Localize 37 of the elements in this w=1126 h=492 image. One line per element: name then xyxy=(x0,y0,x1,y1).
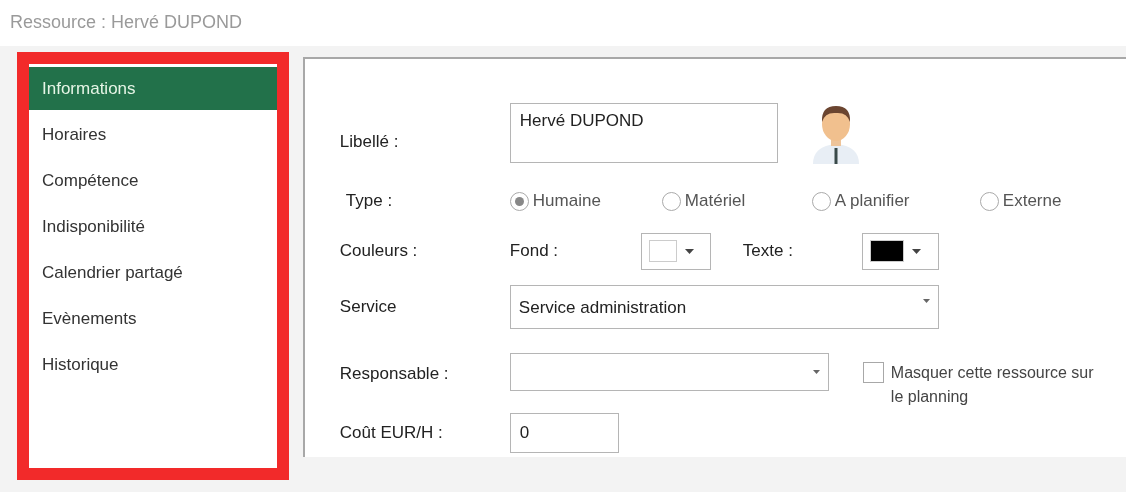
field-label: Service xyxy=(339,296,398,319)
field-label: Coût EUR/H : xyxy=(339,422,444,445)
field-label: Couleurs : xyxy=(339,240,419,263)
dropdown-value: Service administration xyxy=(518,297,687,319)
sidebar-item[interactable]: Evènements xyxy=(29,297,277,340)
caret-icon xyxy=(812,370,820,374)
responsable-dropdown[interactable] xyxy=(509,353,829,391)
field-label: Libellé : xyxy=(339,131,400,153)
color-picker[interactable] xyxy=(861,232,939,270)
radio-label: Humaine xyxy=(532,190,601,213)
field-label: Fond : xyxy=(509,240,560,263)
radio-button[interactable] xyxy=(811,191,831,211)
field-label: Texte : xyxy=(742,240,794,263)
service-dropdown[interactable]: Service administration xyxy=(509,285,939,329)
sidebar-item[interactable]: Informations xyxy=(29,67,277,110)
field-label: Responsable : xyxy=(339,363,450,385)
sidebar-item[interactable]: Historique xyxy=(29,343,277,386)
radio-button[interactable] xyxy=(509,191,529,211)
sidebar-item[interactable]: Indisponibilité xyxy=(29,205,277,248)
window-title: Ressource : Hervé DUPOND xyxy=(10,12,243,32)
cost-field[interactable]: 0 xyxy=(509,413,619,453)
field-label: Type : xyxy=(344,190,394,213)
sidebar-item[interactable]: Horaires xyxy=(29,113,277,156)
caret-icon xyxy=(911,248,921,254)
checkbox[interactable] xyxy=(862,362,884,383)
radio-label: Matériel xyxy=(684,190,746,213)
sidebar-item[interactable]: Compétence xyxy=(29,159,277,202)
color-picker[interactable] xyxy=(640,232,711,270)
caret-icon xyxy=(922,299,930,303)
sidebar-item[interactable]: Calendrier partagé xyxy=(29,251,277,294)
radio-button[interactable] xyxy=(979,191,999,211)
radio-label: A planifier xyxy=(834,190,910,213)
checkbox-label: Masquer cette ressource sur le planning xyxy=(890,363,1095,407)
caret-icon xyxy=(684,248,694,254)
radio-button[interactable] xyxy=(661,191,681,211)
radio-label: Externe xyxy=(1002,190,1062,213)
name-field[interactable]: Hervé DUPOND xyxy=(509,103,778,163)
